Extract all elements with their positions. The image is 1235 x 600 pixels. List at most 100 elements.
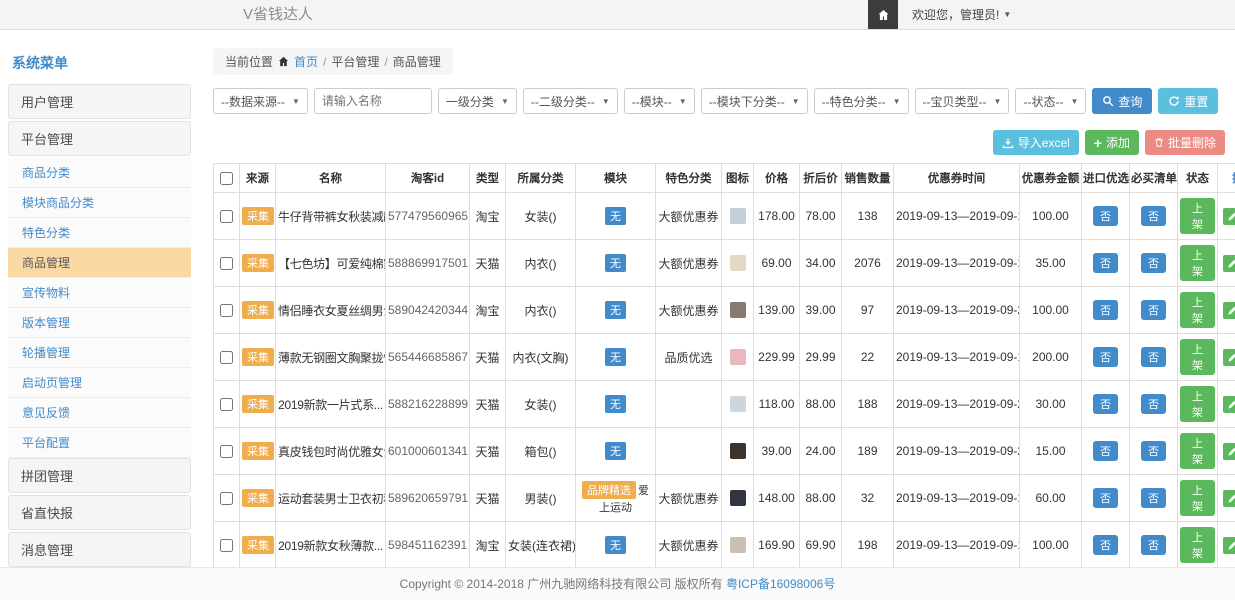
product-thumbnail [730,443,746,459]
source-badge: 采集 [242,489,274,507]
row-checkbox[interactable] [220,304,233,317]
taoke-id-cell: 577479560965 [386,193,470,240]
select-value: --模块-- [632,93,672,110]
import-select-toggle[interactable]: 否 [1093,488,1118,508]
sidebar-item-goods-category[interactable]: 商品分类 [8,158,191,188]
refresh-icon [1168,95,1180,107]
must-buy-toggle[interactable]: 否 [1141,441,1166,461]
edit-button[interactable] [1223,537,1235,554]
row-checkbox[interactable] [220,445,233,458]
name-input[interactable] [314,88,432,114]
status-toggle[interactable]: 上架 [1180,245,1215,281]
module-sub-select[interactable]: --模块下分类-- ▼ [701,88,808,114]
home-button[interactable] [868,0,898,29]
level2-category-select[interactable]: --二级分类--▼ [523,88,618,114]
must-buy-toggle[interactable]: 否 [1141,394,1166,414]
row-checkbox[interactable] [220,351,233,364]
edit-button[interactable] [1223,302,1235,319]
status-toggle[interactable]: 上架 [1180,292,1215,328]
column-header-13: 优惠券金额 [1020,164,1082,193]
product-thumbnail [730,490,746,506]
coupon-time-cell: 2019-09-13—2019-09-20 [894,428,1020,475]
copyright-text: Copyright © 2014-2018 广州九驰网络科技有限公司 版权所有 [400,577,723,591]
chevron-down-icon: ▼ [792,97,800,106]
sidebar-item-promo-material[interactable]: 宣传物料 [8,278,191,308]
import-select-toggle[interactable]: 否 [1093,253,1118,273]
reset-button[interactable]: 重置 [1158,88,1218,114]
sidebar-item-version[interactable]: 版本管理 [8,308,191,338]
item-type-select[interactable]: --宝贝类型--▼ [915,88,1010,114]
sidebar-item-splash-page[interactable]: 启动页管理 [8,368,191,398]
status-toggle[interactable]: 上架 [1180,386,1215,422]
icp-link[interactable]: 粤ICP备16098006号 [726,577,835,591]
price-cell: 118.00 [754,381,800,428]
edit-button[interactable] [1223,208,1235,225]
edit-button[interactable] [1223,349,1235,366]
sidebar-item-feedback[interactable]: 意见反馈 [8,398,191,428]
column-header-16: 状态 [1178,164,1218,193]
column-header-9: 价格 [754,164,800,193]
status-toggle[interactable]: 上架 [1180,527,1215,563]
row-checkbox[interactable] [220,398,233,411]
must-buy-toggle[interactable]: 否 [1141,206,1166,226]
icon-cell [722,240,754,287]
sidebar-item-group-buy[interactable]: 拼团管理 [8,458,191,493]
module-select[interactable]: --模块--▼ [624,88,695,114]
import-icon [1002,137,1014,149]
sidebar-item-carousel[interactable]: 轮播管理 [8,338,191,368]
import-select-toggle[interactable]: 否 [1093,535,1118,555]
edit-button[interactable] [1223,396,1235,413]
row-checkbox[interactable] [220,257,233,270]
row-checkbox[interactable] [220,210,233,223]
import-select-toggle[interactable]: 否 [1093,206,1118,226]
user-menu[interactable]: 欢迎您，管理员! ▼ [912,6,1011,23]
search-button[interactable]: 查询 [1092,88,1152,114]
import-select-toggle[interactable]: 否 [1093,394,1118,414]
status-toggle[interactable]: 上架 [1180,339,1215,375]
type-cell: 天猫 [470,381,506,428]
sidebar-item-feature-category[interactable]: 特色分类 [8,218,191,248]
status-select[interactable]: --状态--▼ [1015,88,1086,114]
row-checkbox[interactable] [220,492,233,505]
sales-cell: 22 [842,334,894,381]
column-header-10: 折后价 [800,164,842,193]
sidebar-item-goods-management[interactable]: 商品管理 [8,248,191,278]
sidebar-item-platform-config[interactable]: 平台配置 [8,428,191,458]
level1-category-select[interactable]: 一级分类▼ [438,88,517,114]
batch-delete-button[interactable]: 批量删除 [1145,130,1225,155]
import-select-toggle[interactable]: 否 [1093,300,1118,320]
must-buy-toggle[interactable]: 否 [1141,253,1166,273]
row-checkbox[interactable] [220,539,233,552]
status-toggle[interactable]: 上架 [1180,480,1215,516]
sidebar-item-module-goods-category[interactable]: 模块商品分类 [8,188,191,218]
import-excel-button[interactable]: 导入excel [993,130,1079,155]
price-cell: 148.00 [754,475,800,522]
must-buy-toggle[interactable]: 否 [1141,535,1166,555]
category-cell: 女装() [506,193,576,240]
feature-category-select[interactable]: --特色分类--▼ [814,88,909,114]
taoke-id-cell: 588216228899 [386,381,470,428]
edit-button[interactable] [1223,255,1235,272]
data-source-select[interactable]: --数据来源--▼ [213,88,308,114]
batch-delete-label: 批量删除 [1168,134,1216,151]
breadcrumb-home-link[interactable]: 首页 [294,53,318,70]
sidebar-item-users[interactable]: 用户管理 [8,84,191,119]
sidebar-item-platform[interactable]: 平台管理 [8,121,191,156]
must-buy-toggle[interactable]: 否 [1141,300,1166,320]
status-toggle[interactable]: 上架 [1180,198,1215,234]
edit-button[interactable] [1223,490,1235,507]
select-all-checkbox[interactable] [220,172,233,185]
column-header-1: 来源 [240,164,276,193]
must-buy-toggle[interactable]: 否 [1141,488,1166,508]
edit-button[interactable] [1223,443,1235,460]
table-row: 采集【七色坊】可爱纯棉家...588869917501天猫内衣()无大额优惠券6… [214,240,1235,287]
must-buy-toggle[interactable]: 否 [1141,347,1166,367]
import-select-toggle[interactable]: 否 [1093,441,1118,461]
sidebar-item-message[interactable]: 消息管理 [8,532,191,567]
sidebar-item-saving-news[interactable]: 省直快报 [8,495,191,530]
add-button[interactable]: + 添加 [1085,130,1139,155]
category-cell: 箱包() [506,428,576,475]
select-value: --模块下分类-- [709,93,785,110]
import-select-toggle[interactable]: 否 [1093,347,1118,367]
status-toggle[interactable]: 上架 [1180,433,1215,469]
